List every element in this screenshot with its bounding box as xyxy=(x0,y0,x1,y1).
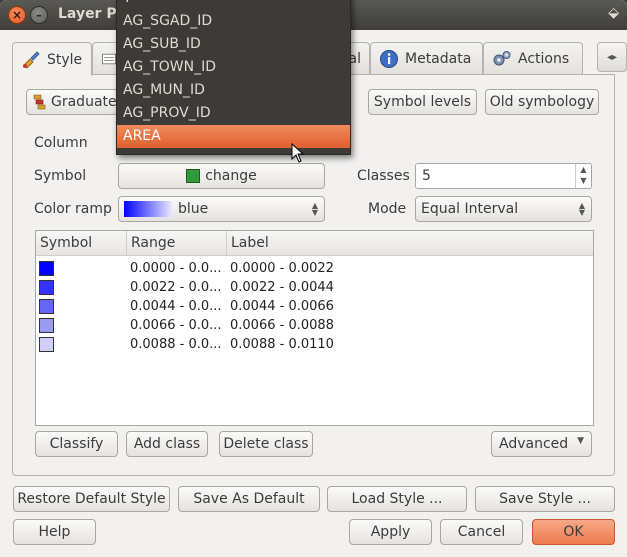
mode-value: Equal Interval xyxy=(421,201,519,217)
class-color-swatch[interactable] xyxy=(39,280,54,295)
label-cell[interactable]: 0.0000 - 0.0022 xyxy=(230,259,334,278)
table-row[interactable]: 0.0000 - 0.0... 0.0000 - 0.0022 xyxy=(36,259,593,278)
tab-actions-label: Actions xyxy=(518,50,570,67)
dropdown-item[interactable]: AG_MUN_ID xyxy=(117,79,350,102)
table-row[interactable]: 0.0066 - 0.0... 0.0066 - 0.0088 xyxy=(36,316,593,335)
mode-label: Mode xyxy=(368,201,407,217)
ok-button[interactable]: OK xyxy=(532,519,615,545)
range-cell[interactable]: 0.0044 - 0.0... xyxy=(130,297,222,316)
header-label[interactable]: Label xyxy=(227,231,593,256)
label-cell[interactable]: 0.0022 - 0.0044 xyxy=(230,278,334,297)
table-header: Symbol Range Label xyxy=(36,231,593,256)
classes-spinbox[interactable]: 5 ▲ ▼ xyxy=(415,163,592,189)
close-icon: × xyxy=(11,8,23,22)
table-row[interactable]: 0.0088 - 0.0... 0.0088 - 0.0110 xyxy=(36,335,593,354)
color-ramp-label: Color ramp xyxy=(34,201,112,217)
window-close-button[interactable]: × xyxy=(8,6,26,24)
class-color-swatch[interactable] xyxy=(39,299,54,314)
dropdown-item[interactable]: AG_SUB_ID xyxy=(117,33,350,56)
apply-button[interactable]: Apply xyxy=(349,519,432,545)
renderer-type-combo[interactable]: Graduate xyxy=(26,89,118,115)
table-row[interactable]: 0.0044 - 0.0... 0.0044 - 0.0066 xyxy=(36,297,593,316)
classes-table[interactable]: Symbol Range Label 0.0000 - 0.0... 0.0000… xyxy=(35,230,594,426)
column-dropdown-list[interactable]: YAG_SGAD_IDAG_SUB_IDAG_TOWN_IDAG_MUN_IDA… xyxy=(116,0,351,155)
save-as-default-button[interactable]: Save As Default xyxy=(178,486,320,512)
label-cell[interactable]: 0.0088 - 0.0110 xyxy=(230,335,334,354)
graduated-renderer-icon xyxy=(33,94,46,110)
combo-arrows-icon: ▲ ▼ xyxy=(311,201,318,217)
window-title: Layer Pr xyxy=(58,6,124,22)
tab-metadata[interactable]: Metadata xyxy=(370,42,483,74)
tab-style[interactable]: Style xyxy=(12,42,92,76)
class-color-swatch[interactable] xyxy=(39,337,54,352)
column-label: Column xyxy=(34,135,88,151)
label-cell[interactable]: 0.0066 - 0.0088 xyxy=(230,316,334,335)
tab-actions[interactable]: Actions xyxy=(483,42,583,74)
tab-metadata-label: Metadata xyxy=(405,50,472,67)
dropdown-item[interactable]: Y xyxy=(117,0,350,10)
color-ramp-value: blue xyxy=(178,201,209,217)
old-symbology-button[interactable]: Old symbology xyxy=(485,89,599,115)
mode-combo[interactable]: Equal Interval ▲ ▼ xyxy=(415,196,592,222)
dropdown-item[interactable]: AREA xyxy=(117,125,350,148)
range-cell[interactable]: 0.0022 - 0.0... xyxy=(130,278,222,297)
dropdown-item[interactable]: AG_SGAD_ID xyxy=(117,10,350,33)
range-cell[interactable]: 0.0088 - 0.0... xyxy=(130,335,222,354)
advanced-button[interactable]: Advanced ▼ xyxy=(491,431,592,457)
symbol-preview-swatch xyxy=(186,169,201,183)
delete-class-button[interactable]: Delete class xyxy=(219,431,313,457)
change-symbol-label: change xyxy=(205,168,257,184)
header-range[interactable]: Range xyxy=(127,231,227,256)
header-symbol[interactable]: Symbol xyxy=(36,231,127,256)
help-button[interactable]: Help xyxy=(13,519,96,545)
dropdown-item[interactable]: AG_PROV_ID xyxy=(117,102,350,125)
spinbox-arrows-icon[interactable]: ▲ ▼ xyxy=(575,164,591,188)
tab-scroll-button[interactable]: ◂▸ xyxy=(597,42,627,72)
mouse-cursor-icon xyxy=(291,143,305,163)
label-cell[interactable]: 0.0044 - 0.0066 xyxy=(230,297,334,316)
classes-value: 5 xyxy=(422,168,431,184)
load-style-button[interactable]: Load Style ... xyxy=(327,486,467,512)
color-ramp-combo[interactable]: blue ▲ ▼ xyxy=(118,196,325,222)
combo-arrows-icon: ▲ ▼ xyxy=(578,201,585,217)
gears-icon xyxy=(493,50,511,65)
symbol-levels-button[interactable]: Symbol levels xyxy=(368,89,477,115)
tab-style-label: Style xyxy=(47,51,83,68)
info-icon xyxy=(380,49,398,68)
cancel-label: Cancel xyxy=(457,524,506,540)
advanced-label: Advanced xyxy=(499,436,569,452)
restore-default-style-button[interactable]: Restore Default Style xyxy=(13,486,170,512)
window-menu-icon[interactable]: ⬙ xyxy=(608,5,619,21)
classify-button[interactable]: Classify xyxy=(35,431,118,457)
minimize-icon: – xyxy=(36,8,42,22)
range-cell[interactable]: 0.0000 - 0.0... xyxy=(130,259,222,278)
symbol-label: Symbol xyxy=(34,168,87,184)
chevron-down-icon: ▼ xyxy=(577,436,584,446)
brush-icon xyxy=(23,50,40,69)
class-color-swatch[interactable] xyxy=(39,261,54,276)
classes-label: Classes xyxy=(357,168,410,184)
table-row[interactable]: 0.0022 - 0.0... 0.0022 - 0.0044 xyxy=(36,278,593,297)
layer-properties-window: × – Layer Pr ⬙ Style al Metadata Actions… xyxy=(0,0,627,557)
class-color-swatch[interactable] xyxy=(39,318,54,333)
window-minimize-button[interactable]: – xyxy=(30,6,48,24)
dropdown-item[interactable]: AG_TOWN_ID xyxy=(117,56,350,79)
renderer-type-label: Graduate xyxy=(51,94,117,110)
color-ramp-preview xyxy=(124,201,172,217)
list-icon xyxy=(102,53,116,64)
add-class-button[interactable]: Add class xyxy=(126,431,208,457)
change-symbol-button[interactable]: change xyxy=(118,163,325,189)
range-cell[interactable]: 0.0066 - 0.0... xyxy=(130,316,222,335)
save-style-button[interactable]: Save Style ... xyxy=(475,486,615,512)
cancel-button[interactable]: Cancel xyxy=(440,519,523,545)
